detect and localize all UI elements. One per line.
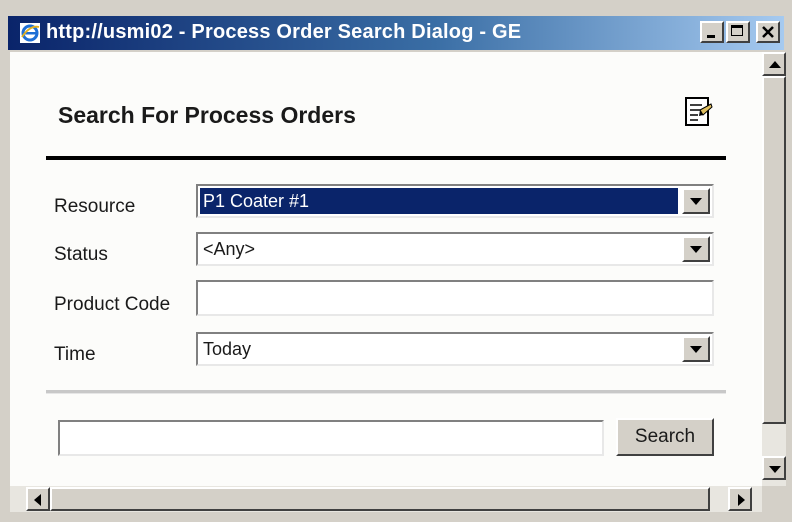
horizontal-scroll-thumb[interactable] xyxy=(50,487,710,511)
product-code-field[interactable] xyxy=(196,280,714,316)
horizontal-scrollbar[interactable] xyxy=(10,486,762,512)
heading-divider xyxy=(46,156,726,160)
maximize-icon xyxy=(731,25,743,36)
report-icon[interactable] xyxy=(684,96,714,128)
chevron-down-icon xyxy=(690,198,702,205)
arrow-down-icon xyxy=(769,466,781,473)
maximize-button[interactable] xyxy=(726,21,750,43)
arrow-left-icon xyxy=(34,494,41,506)
scroll-left-button[interactable] xyxy=(26,487,50,511)
resource-dropdown-button[interactable] xyxy=(682,188,710,214)
status-select[interactable]: <Any> xyxy=(196,232,714,266)
vertical-scroll-thumb[interactable] xyxy=(762,76,786,424)
scrollbar-corner xyxy=(762,486,786,512)
page-title: Search For Process Orders xyxy=(58,102,356,128)
form-divider xyxy=(46,390,726,394)
minimize-button[interactable] xyxy=(700,21,724,43)
vertical-scrollbar[interactable] xyxy=(762,52,786,486)
resource-label: Resource xyxy=(54,196,136,217)
scroll-down-button[interactable] xyxy=(762,456,786,480)
minimize-icon xyxy=(707,35,715,38)
search-button[interactable]: Search xyxy=(616,418,714,456)
scroll-right-button[interactable] xyxy=(728,487,752,511)
time-label: Time xyxy=(54,344,96,365)
chevron-down-icon xyxy=(690,346,702,353)
arrow-right-icon xyxy=(738,494,745,506)
time-value: Today xyxy=(203,339,252,359)
status-value: <Any> xyxy=(203,239,256,259)
product-code-label: Product Code xyxy=(54,294,171,315)
time-select[interactable]: Today xyxy=(196,332,714,366)
page-content: Search For Process Orders Resource P1 Co… xyxy=(10,52,762,486)
status-label: Status xyxy=(54,244,108,265)
status-dropdown-button[interactable] xyxy=(682,236,710,262)
time-dropdown-button[interactable] xyxy=(682,336,710,362)
search-input[interactable] xyxy=(58,420,604,456)
close-icon xyxy=(762,26,774,38)
scroll-up-button[interactable] xyxy=(762,52,786,76)
close-button[interactable] xyxy=(756,21,780,43)
resource-value: P1 Coater #1 xyxy=(200,188,678,214)
window-title: http://usmi02 - Process Order Search Dia… xyxy=(46,21,522,43)
resource-select[interactable]: P1 Coater #1 xyxy=(196,184,714,218)
title-bar[interactable]: http://usmi02 - Process Order Search Dia… xyxy=(8,16,784,50)
browser-window: http://usmi02 - Process Order Search Dia… xyxy=(0,0,792,522)
chevron-down-icon xyxy=(690,246,702,253)
arrow-up-icon xyxy=(769,61,781,68)
ie-icon xyxy=(20,23,40,43)
